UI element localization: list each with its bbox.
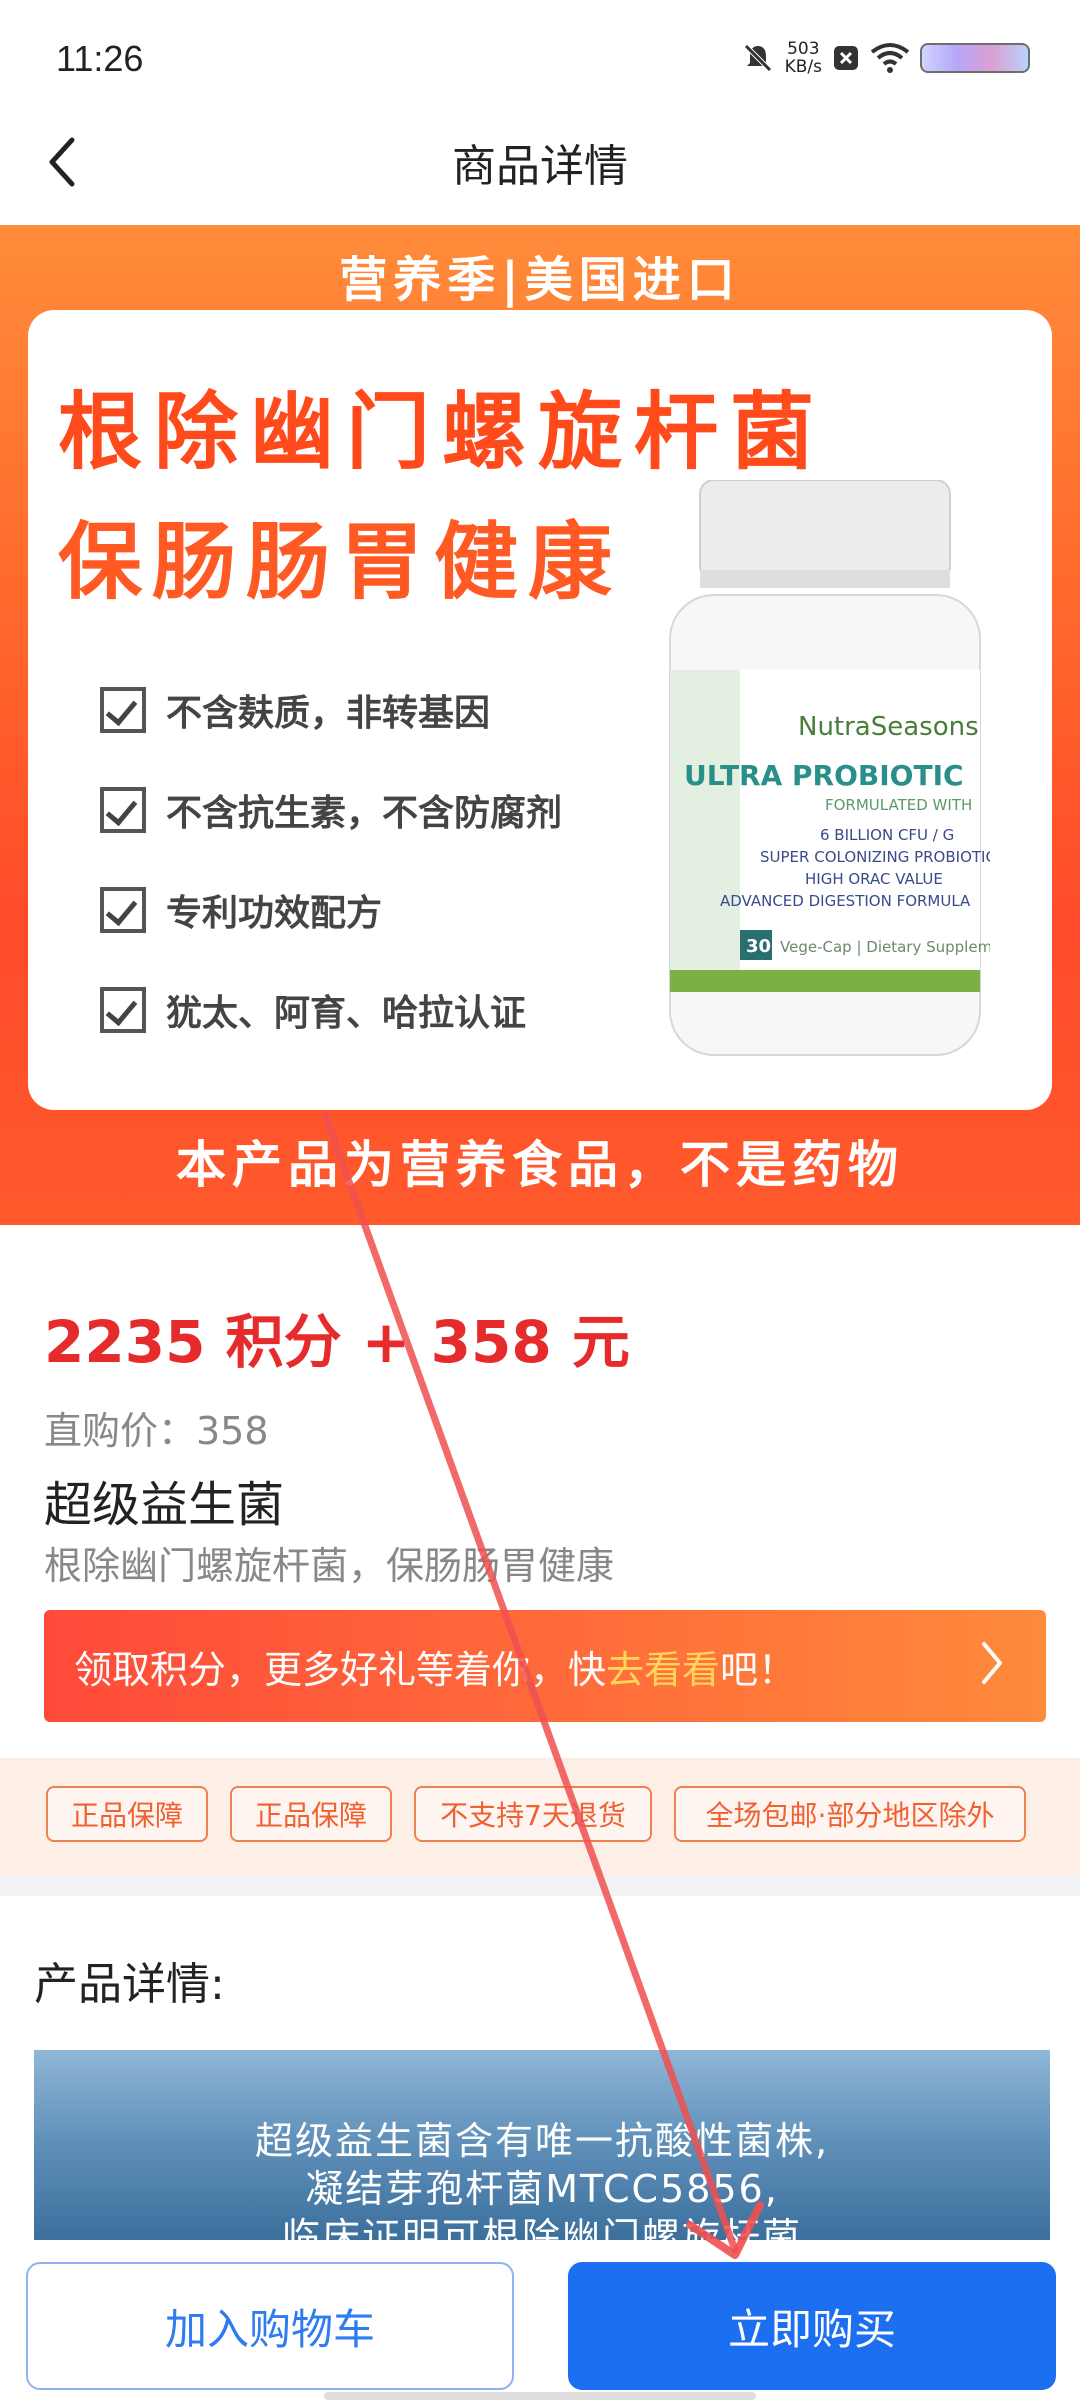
bottle-brand: NutraSeasons: [798, 712, 979, 742]
bottle-line: SUPER COLONIZING PROBIOTIC: [760, 848, 990, 866]
bottle-title: ULTRA PROBIOTIC: [684, 759, 964, 792]
guarantee-tag: 全场包邮·部分地区除外: [674, 1786, 1026, 1842]
bottle-line: HIGH ORAC VALUE: [805, 870, 943, 888]
feature-item: 犹太、阿育、哈拉认证: [100, 980, 526, 1040]
product-bottle-image: NutraSeasons ULTRA PROBIOTIC FORMULATED …: [669, 480, 990, 1056]
status-time: 11:26: [56, 38, 144, 79]
bottle-subtitle: FORMULATED WITH: [825, 796, 972, 814]
status-icons: 503 KB/s: [741, 40, 1030, 76]
promo-text-highlight: 去看看: [606, 1647, 721, 1692]
feature-label: 不含麸质，非转基因: [166, 693, 491, 734]
product-hero-image: 营养季|美国进口 根除幽门螺旋杆菌 保肠肠胃健康 不含麸质，非转基因 不含抗生素…: [0, 225, 1080, 1225]
net-speed-value: 503: [787, 39, 820, 59]
section-divider: [0, 1876, 1080, 1896]
promo-banner[interactable]: 领取积分，更多好礼等着你，快去看看吧！: [44, 1610, 1046, 1722]
guarantee-tag: 不支持7天退货: [414, 1786, 652, 1842]
promo-text-a: 领取积分，更多好礼等着你，快: [74, 1647, 607, 1692]
detail-section-title: 产品详情:: [34, 1959, 225, 2010]
detail-line: 临床证明可根除幽门螺旋杆菌: [281, 2215, 802, 2240]
hero-bottom-text: 本产品为营养食品，不是药物: [176, 1136, 904, 1194]
bottle-footer: Vege-Cap | Dietary Supplement: [780, 938, 990, 956]
buy-now-button[interactable]: 立即购买: [568, 2262, 1056, 2390]
promo-text: 领取积分，更多好礼等着你，快去看看吧！: [74, 1639, 796, 1694]
add-to-cart-button[interactable]: 加入购物车: [26, 2262, 514, 2390]
feature-label: 专利功效配方: [166, 893, 383, 934]
guarantee-tag: 正品保障: [46, 1786, 208, 1842]
feature-item: 专利功效配方: [100, 880, 382, 940]
bottle-line: 6 BILLION CFU / G: [820, 826, 954, 844]
feature-label: 犹太、阿育、哈拉认证: [166, 993, 527, 1034]
checkbox-icon: [100, 787, 146, 833]
net-speed-unit: KB/s: [784, 57, 822, 77]
detail-image: 超级益生菌含有唯一抗酸性菌株, 凝结芽孢杆菌MTCC5856, 临床证明可根除幽…: [34, 2050, 1050, 2240]
promo-text-b: 吧！: [720, 1647, 797, 1692]
detail-line: 凝结芽孢杆菌MTCC5856,: [305, 2167, 779, 2211]
page-title: 商品详情: [452, 141, 628, 192]
feature-label: 不含抗生素，不含防腐剂: [166, 793, 563, 834]
mute-icon: [743, 44, 772, 72]
feature-item: 不含麸质，非转基因: [100, 680, 490, 740]
product-description: 根除幽门螺旋杆菌，保肠肠胃健康: [44, 1544, 615, 1588]
product-price: 2235 积分 + 358 元: [44, 1308, 630, 1376]
feature-item: 不含抗生素，不含防腐剂: [100, 780, 562, 840]
hero-top-text: 营养季|美国进口: [339, 252, 741, 308]
detail-line: 超级益生菌含有唯一抗酸性菌株,: [254, 2119, 830, 2163]
hero-headline-1: 根除幽门螺旋杆菌: [58, 383, 827, 481]
checkbox-icon: [100, 687, 146, 733]
x-icon: [834, 46, 858, 70]
guarantee-tag: 正品保障: [230, 1786, 392, 1842]
bottle-count: 30: [746, 936, 771, 957]
chevron-right-icon: [982, 1642, 1002, 1684]
checkbox-icon: [100, 987, 146, 1033]
home-indicator: [324, 2392, 756, 2400]
battery-icon: [920, 43, 1030, 73]
checkbox-icon: [100, 887, 146, 933]
net-speed: 503 KB/s: [785, 40, 822, 76]
hero-headline-2: 保肠肠胃健康: [58, 513, 623, 611]
product-name: 超级益生菌: [44, 1477, 285, 1533]
direct-price: 直购价：358: [44, 1409, 269, 1453]
bottle-line: ADVANCED DIGESTION FORMULA: [720, 892, 971, 910]
wifi-icon: [870, 43, 910, 73]
